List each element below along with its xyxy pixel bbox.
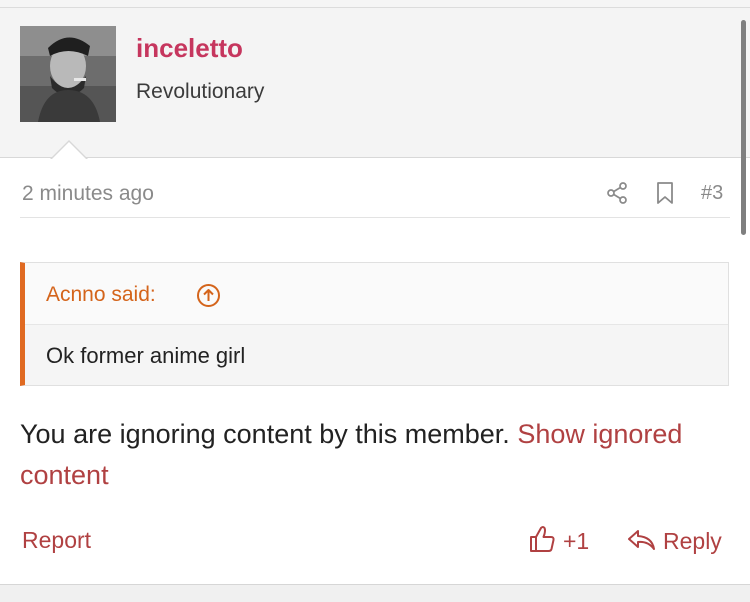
report-link[interactable]: Report <box>22 527 91 554</box>
username-link[interactable]: inceletto <box>136 33 243 64</box>
next-post-edge <box>0 584 750 602</box>
reply-icon <box>628 530 655 550</box>
bookmark-icon[interactable] <box>654 181 676 205</box>
avatar[interactable] <box>20 26 116 122</box>
ignored-content-notice: You are ignoring content by this member.… <box>20 414 720 496</box>
arrow-up-circle-icon[interactable] <box>196 283 221 308</box>
avatar-photo-icon <box>20 26 116 122</box>
like-count: +1 <box>563 528 590 554</box>
quote-text: Ok former anime girl <box>46 343 246 368</box>
post-meta: 2 minutes ago #3 <box>20 176 730 218</box>
forum-post: inceletto Revolutionary 2 minutes ago #3… <box>0 8 750 584</box>
quote-block: Acnno said: Ok former anime girl <box>20 262 729 386</box>
share-icon[interactable] <box>605 181 629 205</box>
ignored-content-message: You are ignoring content by this member. <box>20 419 518 449</box>
quote-header: Acnno said: <box>25 263 728 325</box>
scrollbar[interactable] <box>741 20 746 235</box>
thumbs-up-icon <box>530 526 555 552</box>
user-title: Revolutionary <box>136 80 265 103</box>
quote-author-link[interactable]: Acnno said: <box>46 283 156 307</box>
previous-post-edge <box>0 0 750 8</box>
post-number-link[interactable]: #3 <box>701 182 723 205</box>
reply-label: Reply <box>663 528 722 554</box>
header-pointer-fill <box>51 142 87 160</box>
post-actions: Report +1 Reply <box>20 522 730 562</box>
post-user-header: inceletto Revolutionary <box>0 8 750 158</box>
post-timestamp[interactable]: 2 minutes ago <box>22 182 154 206</box>
